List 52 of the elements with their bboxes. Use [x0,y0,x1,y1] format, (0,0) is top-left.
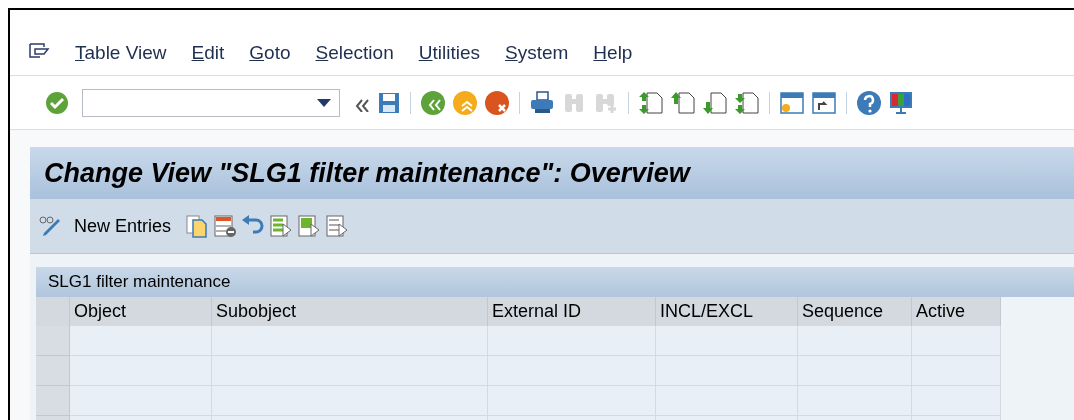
screen-title: Change View "SLG1 filter maintenance": Overview [44,156,690,190]
exit-icon[interactable] [452,89,478,116]
enter-check-icon[interactable] [45,90,69,115]
row-selector[interactable] [36,356,70,386]
table-cell[interactable] [212,326,488,356]
menu-item[interactable]: Edit [189,39,227,68]
print-icon[interactable] [529,89,555,116]
new-window-icon[interactable] [779,89,805,116]
table-cell[interactable] [488,326,656,356]
page-up-arrow-icon[interactable] [670,89,696,116]
back-icon[interactable] [420,89,446,116]
command-field[interactable] [82,88,340,117]
new-entries-button[interactable]: New Entries [68,212,178,240]
dropdown-caret-icon[interactable] [317,98,331,107]
copy-icon[interactable] [185,214,210,238]
menu-item[interactable]: Goto [247,39,293,68]
monitor-icon[interactable] [888,89,914,116]
select-all-corner[interactable] [36,297,70,326]
cancel-icon[interactable] [484,89,510,116]
row-selector[interactable] [36,386,70,416]
page-up-down-arrows-icon[interactable] [638,89,664,116]
menu-icon[interactable] [28,41,50,60]
menu-item[interactable]: Utilities [416,39,482,68]
table-title: SLG1 filter maintenance [48,271,231,294]
table-cell[interactable] [70,326,212,356]
save-icon[interactable] [377,90,401,115]
menu-item[interactable]: System [502,39,571,68]
page-down-arrow-icon[interactable] [702,89,728,116]
table-cell[interactable] [912,356,1001,386]
select-all-icon[interactable] [269,214,294,238]
select-block-icon[interactable] [297,214,322,238]
column-header: Active [912,297,1001,326]
menu-item[interactable]: Help [591,39,635,68]
table-cell[interactable] [656,326,798,356]
menu-item[interactable]: Table View [73,39,169,68]
table-cell[interactable] [912,386,1001,416]
column-header: Object [70,297,212,326]
page-down-arrows-icon[interactable] [734,89,760,116]
column-header: INCL/EXCL [656,297,798,326]
deselect-all-icon[interactable] [325,214,350,238]
table-cell[interactable] [70,356,212,386]
delete-rows-icon[interactable] [213,214,238,238]
table-cell[interactable] [70,386,212,416]
menu-item[interactable]: Selection [313,39,396,68]
column-header: External ID [488,297,656,326]
row-selector[interactable] [36,326,70,356]
help-icon[interactable] [856,89,882,116]
table-cell[interactable] [798,326,912,356]
column-header: Subobject [212,297,488,326]
window-shortcut-icon[interactable] [811,89,837,116]
column-header: Sequence [798,297,912,326]
table-cell[interactable] [912,326,1001,356]
